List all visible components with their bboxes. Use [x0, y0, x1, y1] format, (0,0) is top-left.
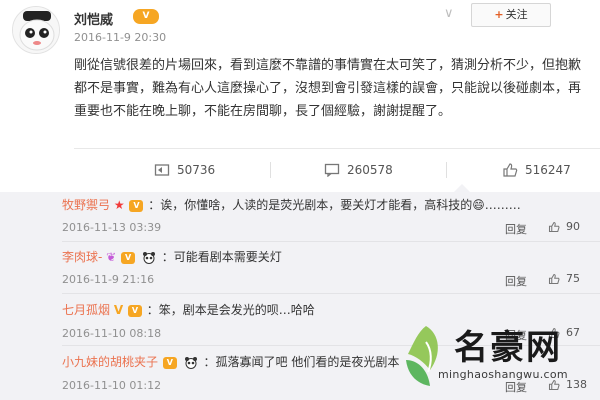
vip-badge-icon: V — [133, 9, 159, 24]
comment-content-line: 小九妹的胡桃夹子 V ：孤落寡闻了吧 他们看的是夜光剧本 — [62, 354, 399, 370]
comment-like-count: 75 — [566, 272, 580, 285]
comment-text: ：笨，剧本是会发光的呗…哈哈 — [146, 303, 315, 317]
vip-badge-icon: V — [121, 251, 136, 264]
divider — [446, 162, 447, 178]
like-count: 516247 — [525, 163, 571, 177]
plus-icon: + — [494, 8, 504, 21]
comment-icon — [324, 163, 340, 177]
panda-emoji-icon — [142, 251, 155, 264]
site-watermark: 名豪网 minghaoshangwu.com — [396, 320, 596, 398]
chevron-down-icon[interactable]: ∨ — [444, 6, 454, 21]
post-body-text: 剛從信號很差的片場回來，看到這麼不靠譜的事情實在太可笑了，猜測分析不少，但抱歉都… — [74, 58, 582, 119]
like-icon — [548, 273, 560, 284]
comment-timestamp: 2016-11-9 21:16 — [62, 273, 155, 286]
vip-v-icon: V — [113, 303, 124, 317]
comment-item: 李肉球- ❦ V ：可能看剧本需要关灯 2016-11-9 21:16 回复 7… — [0, 242, 600, 294]
star-icon: ★ — [113, 198, 125, 212]
butterfly-icon: ❦ — [106, 250, 117, 264]
comment-button[interactable]: 260578 — [324, 160, 393, 180]
repost-count: 50736 — [177, 163, 216, 177]
follow-label: 关注 — [505, 8, 528, 21]
comment-author[interactable]: 牧野禦弓 — [62, 198, 110, 212]
avatar-icon — [13, 7, 59, 53]
like-icon — [503, 163, 518, 177]
panda-emoji-icon — [184, 356, 197, 369]
repost-button[interactable]: 50736 — [154, 160, 215, 180]
vip-badge-icon: V — [129, 199, 144, 212]
comment-like-count: 90 — [566, 220, 580, 233]
post-username[interactable]: 刘恺威 — [74, 9, 113, 28]
weibo-post: 刘恺威 V 2016-11-9 20:30 ∨ + 关注 剛從信號很差的片場回來，… — [0, 0, 600, 192]
post-action-bar: 50736 260578 516247 — [74, 149, 600, 192]
comment-text: ：可能看剧本需要关灯 — [161, 250, 282, 264]
divider — [270, 162, 271, 178]
like-icon — [548, 221, 560, 232]
vip-badge-icon: V — [127, 304, 142, 317]
comment-author[interactable]: 李肉球- — [62, 250, 102, 264]
follow-button[interactable]: + 关注 — [471, 3, 551, 27]
repost-icon — [154, 164, 170, 176]
like-button[interactable]: 516247 — [502, 160, 571, 180]
comment-like-button[interactable]: 90 — [548, 220, 580, 233]
comment-timestamp: 2016-11-10 08:18 — [62, 327, 162, 340]
post-timestamp[interactable]: 2016-11-9 20:30 — [74, 31, 166, 44]
watermark-logo-icon — [406, 326, 438, 386]
comment-like-button[interactable]: 75 — [548, 272, 580, 285]
reply-button[interactable]: 回复 — [505, 273, 527, 289]
watermark-url: minghaoshangwu.com — [438, 368, 568, 381]
comment-content-line: 牧野禦弓 ★ V ：诶，你懂啥，人读的是荧光剧本，要关灯才能看，高科技的😄……… — [62, 197, 521, 213]
avatar[interactable] — [12, 6, 60, 54]
vip-badge-icon: V — [162, 356, 177, 369]
reply-button[interactable]: 回复 — [505, 221, 527, 237]
comment-author[interactable]: 小九妹的胡桃夹子 — [62, 355, 158, 369]
comment-text: ：孤落寡闻了吧 他们看的是夜光剧本 — [203, 355, 400, 369]
comment-text: ：诶，你懂啥，人读的是荧光剧本，要关灯才能看，高科技的😄……… — [148, 198, 521, 212]
comment-item: 牧野禦弓 ★ V ：诶，你懂啥，人读的是荧光剧本，要关灯才能看，高科技的😄………… — [0, 192, 600, 242]
comment-timestamp: 2016-11-10 01:12 — [62, 379, 162, 392]
comment-author[interactable]: 七月孤烟 — [62, 303, 110, 317]
comment-content-line: 李肉球- ❦ V ：可能看剧本需要关灯 — [62, 249, 282, 265]
comment-caret — [454, 184, 470, 192]
comment-content-line: 七月孤烟 V V ：笨，剧本是会发光的呗…哈哈 — [62, 302, 315, 318]
comment-timestamp: 2016-11-13 03:39 — [62, 221, 162, 234]
comment-count: 260578 — [347, 163, 393, 177]
watermark-title: 名豪网 — [454, 328, 562, 368]
